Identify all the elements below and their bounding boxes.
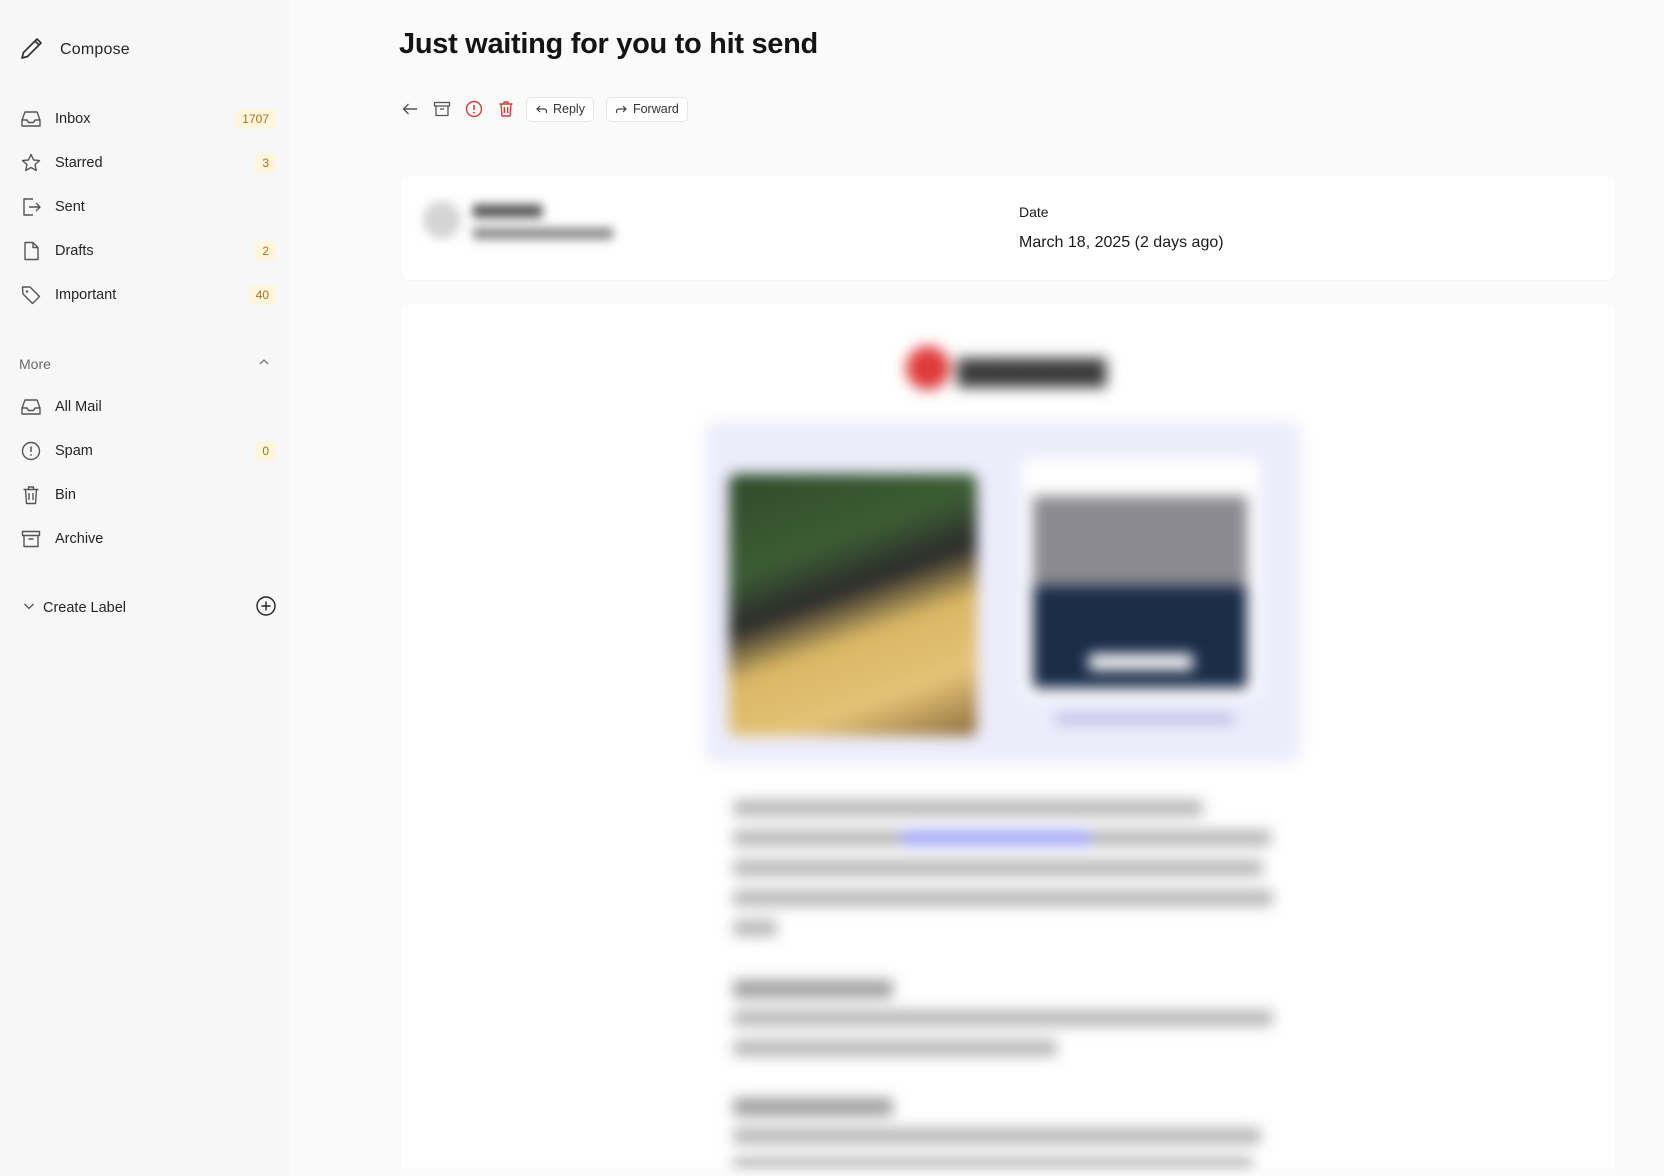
archive-icon: [18, 526, 44, 552]
sidebar-item-label: Bin: [55, 487, 76, 503]
create-label-text: Create Label: [43, 600, 127, 616]
sidebar-item-label: Sent: [55, 199, 85, 215]
drafts-count-badge: 2: [255, 241, 276, 261]
reply-label: Reply: [553, 102, 585, 116]
date-value: March 18, 2025 (2 days ago): [1019, 234, 1224, 251]
sidebar-item-inbox[interactable]: Inbox 1707: [18, 101, 280, 137]
sidebar-item-label: Starred: [55, 155, 103, 171]
spam-count-badge: 0: [255, 441, 276, 461]
sidebar-item-all-mail[interactable]: All Mail: [18, 389, 280, 425]
forward-label: Forward: [632, 102, 679, 116]
body-link-blurred[interactable]: [901, 830, 1091, 846]
create-label-row[interactable]: Create Label: [21, 594, 277, 622]
sidebar-item-archive[interactable]: Archive: [18, 521, 280, 557]
send-out-icon: [18, 194, 44, 220]
chevron-down-icon: [21, 598, 37, 619]
sidebar-item-drafts[interactable]: Drafts 2: [18, 233, 280, 269]
file-icon: [18, 238, 44, 264]
hero-phone-mockup: [1023, 458, 1259, 698]
sender-email-placeholder: ▆▆▆▆▆▆▆▆▆▆▆▆▆▆: [473, 224, 613, 239]
more-section-toggle[interactable]: More: [19, 354, 271, 374]
sidebar-item-spam[interactable]: Spam 0: [18, 433, 280, 469]
email-toolbar: Reply Forward: [398, 96, 700, 122]
add-circle-icon[interactable]: [255, 595, 277, 622]
inbox-count-badge: 1707: [235, 109, 276, 129]
archive-icon[interactable]: [430, 97, 454, 121]
tag-icon: [18, 282, 44, 308]
sender-info-blurred: ▆▆▆▆▆▆ ▆▆▆▆▆▆▆▆▆▆▆▆▆▆: [423, 200, 613, 240]
inbox-icon: [18, 394, 44, 420]
sender-name-placeholder: ▆▆▆▆▆▆: [473, 201, 543, 218]
trash-icon: [18, 482, 44, 508]
bottom-fade: [290, 1160, 1664, 1176]
star-icon: [18, 150, 44, 176]
report-spam-icon[interactable]: [462, 97, 486, 121]
chevron-up-icon: [257, 355, 271, 374]
sidebar-item-bin[interactable]: Bin: [18, 477, 280, 513]
compose-button[interactable]: Compose: [18, 34, 130, 66]
email-header-card: ▆▆▆▆▆▆ ▆▆▆▆▆▆▆▆▆▆▆▆▆▆ Date March 18, 202…: [401, 176, 1615, 280]
inbox-icon: [18, 106, 44, 132]
reply-button[interactable]: Reply: [526, 96, 594, 122]
date-label: Date: [1019, 204, 1049, 220]
sidebar-item-sent[interactable]: Sent: [18, 189, 280, 225]
email-subject: Just waiting for you to hit send: [399, 28, 818, 60]
forward-button[interactable]: Forward: [605, 96, 688, 122]
sidebar-item-label: All Mail: [55, 399, 102, 415]
sidebar-item-starred[interactable]: Starred 3: [18, 145, 280, 181]
important-count-badge: 40: [248, 285, 276, 305]
hero-photo: [729, 474, 977, 736]
more-section-label: More: [19, 356, 51, 372]
alert-circle-icon: [18, 438, 44, 464]
sidebar-item-label: Spam: [55, 443, 93, 459]
sidebar: Compose Inbox 1707 Starred 3 Sent Drafts…: [0, 0, 290, 1176]
compose-label: Compose: [60, 41, 130, 58]
sidebar-item-label: Inbox: [55, 111, 91, 127]
avatar: [423, 201, 461, 239]
sidebar-item-label: Drafts: [55, 243, 94, 259]
brand-logo-blurred: ▆▆▆▆▆▆: [906, 346, 1106, 390]
starred-count-badge: 3: [255, 153, 276, 173]
delete-trash-icon[interactable]: [494, 97, 518, 121]
email-body-card: ▆▆▆▆▆▆: [401, 304, 1615, 1176]
back-arrow-icon[interactable]: [398, 97, 422, 121]
sidebar-item-label: Important: [55, 287, 117, 303]
forward-icon: [615, 105, 627, 113]
sidebar-item-important[interactable]: Important 40: [18, 277, 280, 313]
pencil-icon: [18, 34, 46, 67]
sidebar-item-label: Archive: [55, 531, 104, 547]
hero-image-blurred: [705, 422, 1301, 762]
reply-icon: [536, 105, 548, 113]
